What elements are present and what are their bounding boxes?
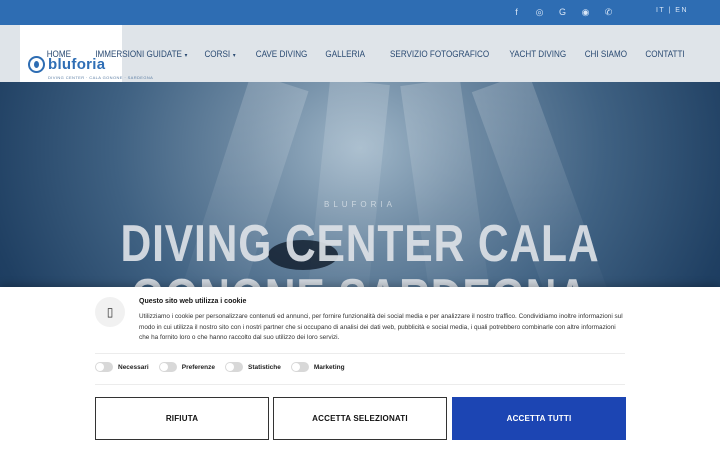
google-icon[interactable]: G — [551, 6, 574, 19]
nav-label: CORSI — [204, 48, 231, 59]
toggle-preferenze[interactable]: Preferenze — [158, 362, 215, 372]
nav-item-galleria[interactable]: GALLERIA — [325, 49, 365, 59]
nav-label: CONTATTI — [645, 48, 685, 59]
nav-label: CHI SIAMO — [585, 48, 628, 59]
toggle-necessari[interactable]: Necessari — [95, 362, 149, 372]
cookie-description: Utilizziamo i cookie per personalizzare … — [139, 313, 623, 341]
top-bar: f ◎ G ◉ ✆ IT | EN — [0, 0, 720, 25]
cookie-toggles: Necessari Preferenze Statistiche Marketi… — [95, 362, 355, 372]
nav-item-chi-siamo[interactable]: CHI SIAMO — [585, 49, 627, 59]
toggle-label: Necessari — [118, 363, 149, 371]
language-switcher[interactable]: IT | EN — [656, 7, 688, 14]
facebook-icon[interactable]: f — [505, 6, 528, 19]
nav-label: YACHT DIVING — [509, 48, 567, 59]
social-links: f ◎ G ◉ ✆ — [505, 6, 620, 19]
instagram-icon[interactable]: ◎ — [528, 6, 551, 19]
toggle-switch[interactable] — [158, 362, 177, 372]
accept-selected-button[interactable]: ACCETTA SELEZIONATI — [273, 397, 447, 440]
nav-label: IMMERSIONI GUIDATE — [94, 48, 182, 59]
nav-item-home[interactable]: HOME — [46, 49, 70, 59]
reject-button[interactable]: RIFIUTA — [95, 397, 269, 440]
divider — [95, 353, 625, 354]
divider — [95, 384, 625, 385]
nav-item-cave-diving[interactable]: CAVE DIVING — [255, 49, 307, 59]
cookie-heading: Questo sito web utilizza i cookie — [139, 298, 247, 305]
toggle-marketing[interactable]: Marketing — [290, 362, 345, 372]
toggle-switch[interactable] — [290, 362, 309, 372]
toggle-label: Statistiche — [247, 363, 281, 371]
nav-label: SERVIZIO FOTOGRAFICO — [389, 48, 490, 59]
nav-item-corsi[interactable]: CORSI ▾ — [204, 49, 235, 59]
toggle-switch[interactable] — [95, 362, 113, 372]
nav-label: GALLERIA — [325, 48, 365, 59]
accept-all-button[interactable]: ACCETTA TUTTI — [452, 397, 626, 440]
toggle-statistiche[interactable]: Statistiche — [224, 362, 281, 372]
main-nav: HOME IMMERSIONI GUIDATE ▾ CORSI ▾ CAVE DIV… — [30, 25, 685, 82]
cookie-consent-banner: ▯ Questo sito web utilizza i cookie Util… — [0, 287, 720, 450]
nav-label: CAVE DIVING — [255, 48, 307, 59]
whatsapp-icon[interactable]: ◉ — [574, 6, 597, 19]
chevron-down-icon: ▾ — [184, 52, 188, 59]
toggle-label: Preferenze — [181, 363, 215, 371]
toggle-label: Marketing — [313, 363, 345, 371]
phone-icon[interactable]: ✆ — [597, 6, 620, 19]
nav-item-immersioni-guidate[interactable]: IMMERSIONI GUIDATE ▾ — [95, 49, 187, 59]
nav-item-contatti[interactable]: CONTATTI — [646, 49, 685, 59]
toggle-switch[interactable] — [224, 362, 243, 372]
hero-eyebrow: BLUFORIA — [323, 200, 396, 209]
chevron-down-icon: ▾ — [232, 52, 236, 59]
nav-item-yacht-diving[interactable]: YACHT DIVING — [509, 49, 566, 59]
cookie-icon: ▯ — [95, 297, 125, 327]
nav-label: HOME — [46, 48, 71, 59]
hero-title-line-1: DIVING CENTER CALA — [120, 215, 600, 273]
nav-item-servizio-fotografico[interactable]: SERVIZIO FOTOGRAFICO — [390, 49, 489, 59]
